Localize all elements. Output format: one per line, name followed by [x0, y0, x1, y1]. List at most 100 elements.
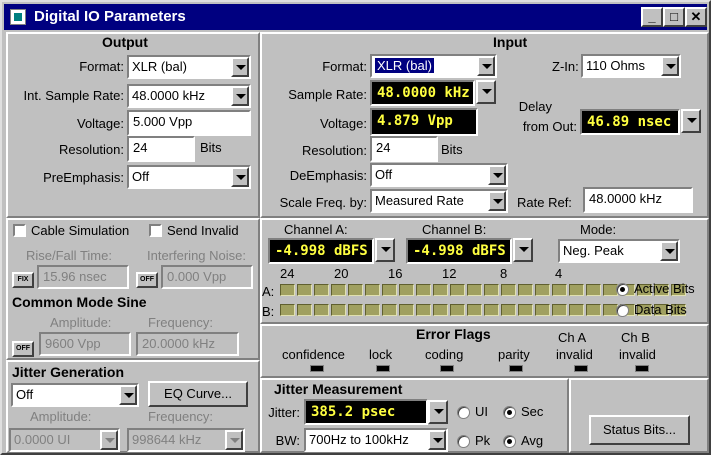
chevron-down-icon[interactable] — [488, 165, 506, 185]
z-in-label: Z-In: — [552, 59, 579, 74]
minimize-button[interactable]: _ — [641, 7, 663, 27]
jitter-label: Jitter: — [268, 405, 300, 420]
chevron-down-icon[interactable] — [661, 56, 679, 76]
sec-label: Sec — [521, 404, 544, 419]
chevron-down-icon[interactable] — [428, 400, 448, 424]
mode-select[interactable]: Neg. Peak — [558, 239, 680, 263]
eq-curve-button[interactable]: EQ Curve... — [148, 381, 248, 407]
chevron-down-icon[interactable] — [513, 238, 533, 262]
app-icon — [10, 9, 26, 25]
delay-label-2: from Out: — [522, 119, 577, 134]
cms-amplitude-field[interactable]: 9600 Vpp — [39, 332, 131, 356]
output-rate-select[interactable]: 48.0000 kHz — [127, 84, 251, 108]
input-resolution-field[interactable]: 24 — [370, 136, 438, 162]
chevron-down-icon[interactable] — [231, 57, 249, 77]
chevron-down-icon[interactable] — [428, 430, 446, 450]
cable-simulation-checkbox[interactable] — [13, 224, 26, 237]
preemphasis-select[interactable]: Off — [127, 165, 251, 189]
bit-segment — [297, 304, 312, 316]
z-in-select[interactable]: 110 Ohms — [581, 54, 681, 78]
delay-display: 46.89 nsec — [580, 109, 680, 135]
bit-segment — [348, 304, 363, 316]
interfering-noise-field[interactable]: 0.000 Vpp — [161, 265, 253, 289]
ui-label: UI — [475, 404, 488, 419]
flag-parity-label: parity — [498, 347, 530, 362]
pk-radio[interactable] — [457, 435, 470, 448]
bit-segment — [399, 304, 414, 316]
preemphasis-label: PreEmphasis: — [43, 170, 124, 185]
cms-amplitude-label: Amplitude: — [50, 315, 112, 330]
bit-tick-4: 4 — [555, 266, 563, 281]
bit-segment — [314, 284, 329, 296]
rise-fall-field[interactable]: 15.96 nsec — [37, 265, 129, 289]
chevron-down-icon[interactable] — [660, 241, 678, 261]
input-resolution-label: Resolution: — [301, 143, 367, 158]
chevron-down-icon[interactable] — [477, 56, 495, 76]
output-resolution-field[interactable]: 24 — [127, 136, 195, 162]
input-title: Input — [493, 34, 528, 50]
sec-radio[interactable] — [503, 406, 516, 419]
flag-confidence-led — [310, 365, 324, 372]
jg-frequency-label: Frequency: — [148, 409, 214, 424]
close-button[interactable]: ✕ — [685, 7, 707, 27]
bit-segment — [467, 284, 482, 296]
bit-segment — [314, 304, 329, 316]
bit-segment — [331, 304, 346, 316]
deemphasis-select[interactable]: Off — [370, 163, 508, 187]
jitter-generation-title: Jitter Generation — [12, 364, 125, 380]
maximize-button[interactable]: □ — [663, 7, 685, 27]
send-invalid-checkbox[interactable] — [149, 224, 162, 237]
jitter-generation-select[interactable]: Off — [11, 383, 139, 407]
jitter-display: 385.2 psec — [304, 399, 428, 425]
channel-b-label: Channel B: — [422, 222, 487, 237]
chevron-down-icon[interactable] — [225, 430, 243, 450]
bit-segment — [399, 284, 414, 296]
send-invalid-label: Send Invalid — [167, 223, 239, 238]
fix-button[interactable]: FIX — [12, 272, 34, 288]
cms-frequency-field[interactable]: 20.0000 kHz — [136, 332, 239, 356]
flag-coding-led — [440, 365, 454, 372]
active-bits-radio[interactable] — [616, 283, 629, 296]
bit-segment — [586, 304, 601, 316]
status-bits-button[interactable]: Status Bits... — [589, 415, 690, 445]
output-format-select[interactable]: XLR (bal) — [127, 55, 251, 79]
delay-label-1: Delay — [518, 99, 552, 114]
bw-select[interactable]: 700Hz to 100kHz — [304, 428, 448, 452]
digital-io-window: Digital IO Parameters _ □ ✕ Output Forma… — [0, 0, 711, 455]
chevron-down-icon[interactable] — [375, 238, 395, 262]
bit-segment — [331, 284, 346, 296]
cha-invalid-label-2: invalid — [556, 347, 593, 362]
chevron-down-icon[interactable] — [119, 385, 137, 405]
bit-segment — [552, 284, 567, 296]
output-voltage-field[interactable]: 5.000 Vpp — [127, 110, 251, 136]
chevron-down-icon[interactable] — [681, 109, 701, 133]
chevron-down-icon[interactable] — [231, 167, 249, 187]
avg-radio[interactable] — [503, 435, 516, 448]
bit-segment — [382, 304, 397, 316]
title-bar[interactable]: Digital IO Parameters _ □ ✕ — [4, 4, 707, 30]
flag-parity-led — [509, 365, 523, 372]
chevron-down-icon[interactable] — [488, 191, 506, 211]
bit-segment — [535, 304, 550, 316]
bit-segment — [569, 284, 584, 296]
bit-segment — [433, 284, 448, 296]
chevron-down-icon[interactable] — [100, 430, 118, 450]
bit-segment — [365, 284, 380, 296]
rate-ref-field[interactable]: 48.0000 kHz — [583, 187, 693, 213]
flag-confidence-label: confidence — [282, 347, 345, 362]
row-b-label: B: — [262, 304, 275, 319]
scale-freq-select[interactable]: Measured Rate — [370, 189, 508, 213]
bit-tick-16: 16 — [388, 266, 403, 281]
jg-amplitude-select[interactable]: 0.0000 UI — [9, 428, 120, 452]
bit-segment — [280, 284, 295, 296]
ui-radio[interactable] — [457, 406, 470, 419]
bit-segment — [569, 304, 584, 316]
common-mode-sine-title: Common Mode Sine — [12, 294, 147, 310]
chevron-down-icon[interactable] — [231, 86, 249, 106]
input-format-select[interactable]: XLR (bal) — [370, 54, 497, 78]
output-bits-unit: Bits — [200, 140, 222, 155]
cms-off-button[interactable]: OFF — [12, 341, 34, 357]
data-bits-radio[interactable] — [616, 304, 629, 317]
noise-off-button[interactable]: OFF — [136, 272, 158, 288]
jg-frequency-select[interactable]: 998644 kHz — [127, 428, 245, 452]
